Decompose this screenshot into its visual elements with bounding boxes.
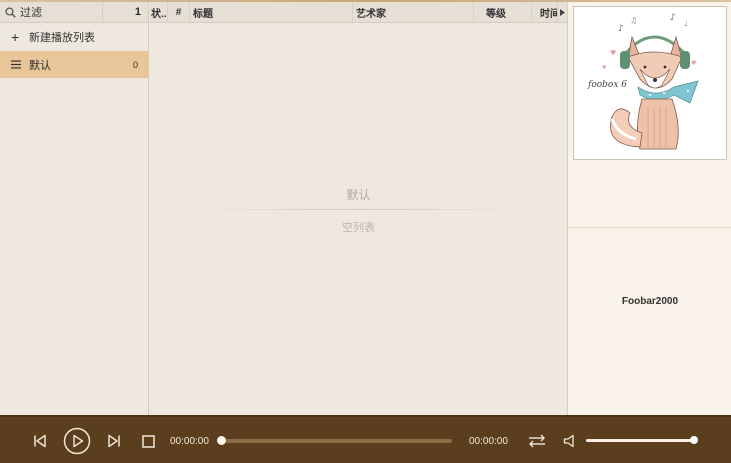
volume-icon[interactable] [561, 431, 579, 451]
svg-text:foobox 6: foobox 6 [587, 80, 627, 90]
playlist-item-label: 默认 [29, 59, 51, 72]
svg-text:♫: ♫ [630, 16, 637, 25]
album-cover[interactable]: ♪ ♫ ♪ ♩ ♥ ♥ ♥ foobox 6 [573, 6, 727, 160]
play-icon[interactable] [63, 427, 91, 455]
column-header: 状... # 标题 艺术家 等级 时间 [150, 2, 567, 23]
svg-text:♥: ♥ [602, 65, 607, 71]
column-number[interactable]: # [168, 2, 190, 23]
playlist-item-count: 0 [132, 59, 138, 70]
playlist-count: 1 [102, 1, 148, 23]
svg-text:♪: ♪ [670, 13, 676, 23]
search-icon[interactable] [0, 6, 20, 18]
plus-icon: + [11, 29, 20, 45]
new-playlist-label: 新建播放列表 [29, 32, 95, 44]
fox-headphones-illustration: ♪ ♫ ♪ ♩ ♥ ♥ ♥ foobox 6 [587, 13, 699, 150]
svg-text:♩: ♩ [684, 19, 688, 28]
repeat-icon[interactable] [526, 431, 548, 451]
empty-divider [194, 209, 524, 210]
column-time[interactable]: 时间 [532, 2, 557, 23]
svg-text:♪: ♪ [618, 24, 624, 34]
volume-slider-handle[interactable] [690, 436, 698, 444]
playlist-view: 状... # 标题 艺术家 等级 时间 默认 空列表 [150, 2, 567, 415]
playlist-manager-panel: 过滤 1 + 新建播放列表 默认 0 [0, 1, 149, 415]
player-control-bar: 00:00:00 00:00:00 [0, 415, 731, 463]
playlist-icon [11, 60, 29, 69]
empty-playlist-title: 默认 [346, 188, 371, 202]
app-window: 过滤 1 + 新建播放列表 默认 0 状... # 标题 艺术家 等级 时间 默… [0, 0, 731, 463]
next-icon[interactable] [104, 431, 124, 451]
app-name-label: Foobar2000 [621, 296, 679, 307]
filter-bar[interactable]: 过滤 1 [0, 1, 148, 23]
stop-icon[interactable] [138, 431, 158, 451]
svg-text:♥: ♥ [610, 49, 616, 57]
svg-text:♥: ♥ [691, 60, 696, 67]
column-rating[interactable]: 等级 [474, 2, 532, 23]
info-panel: ♪ ♫ ♪ ♩ ♥ ♥ ♥ foobox 6 Foobar2000 [567, 2, 731, 415]
new-playlist-button[interactable]: + 新建播放列表 [0, 23, 148, 51]
info-divider [568, 227, 731, 228]
playlist-item-default[interactable]: 默认 0 [0, 51, 148, 78]
column-scroll-right-icon[interactable] [557, 2, 567, 23]
volume-slider[interactable] [586, 436, 698, 444]
elapsed-time: 00:00:00 [170, 436, 209, 447]
column-title[interactable]: 标题 [190, 2, 353, 23]
column-status[interactable]: 状... [150, 2, 168, 23]
seek-bar[interactable] [217, 436, 452, 445]
column-artist[interactable]: 艺术家 [353, 2, 474, 23]
empty-playlist-message: 空列表 [342, 222, 375, 234]
previous-icon[interactable] [30, 431, 50, 451]
seek-bar-handle[interactable] [217, 436, 226, 445]
total-time: 00:00:00 [469, 436, 508, 447]
filter-label[interactable]: 过滤 [20, 4, 102, 20]
volume-slider-fill [586, 439, 694, 442]
